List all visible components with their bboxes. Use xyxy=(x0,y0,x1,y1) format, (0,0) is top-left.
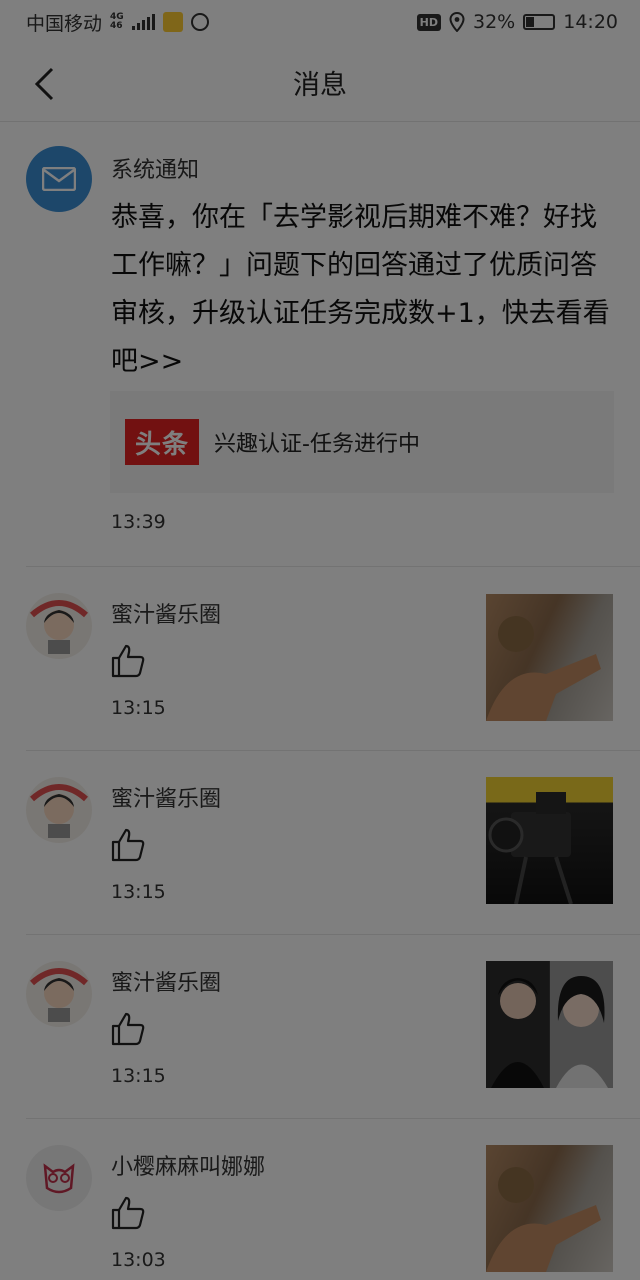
post-thumbnail[interactable] xyxy=(486,777,613,904)
clock: 14:20 xyxy=(563,11,618,33)
post-thumbnail[interactable] xyxy=(486,594,613,721)
thumbs-up-icon xyxy=(111,1012,145,1046)
like-notification-item[interactable]: 蜜汁酱乐圈 13:15 xyxy=(0,935,640,1118)
like-notification-item[interactable]: 小樱麻麻叫娜娜 13:03 xyxy=(0,1119,640,1280)
cartoon-girl-avatar-icon xyxy=(30,968,88,1022)
post-thumbnail[interactable] xyxy=(486,961,613,1088)
hd-icon: HD xyxy=(416,13,441,31)
back-arrow-icon xyxy=(34,67,54,101)
user-avatar xyxy=(26,1145,92,1211)
post-thumbnail[interactable] xyxy=(486,1145,613,1272)
like-notification-item[interactable]: 蜜汁酱乐圈 13:15 xyxy=(0,751,640,934)
battery-fill xyxy=(526,17,535,27)
status-bar: 中国移动 4G 46 HD 32% 14:20 xyxy=(0,0,640,44)
notification-sender: 蜜汁酱乐圈 xyxy=(111,603,222,628)
system-notice-avatar xyxy=(26,146,92,212)
toutiao-logo: 头条 xyxy=(125,419,199,465)
castaway-still-image xyxy=(486,1167,601,1272)
like-notification-item[interactable]: 蜜汁酱乐圈 13:15 xyxy=(0,567,640,750)
two-actors-image xyxy=(486,961,613,1088)
user-avatar xyxy=(26,961,92,1027)
navigation-bar: 消息 xyxy=(0,44,640,122)
notification-sender: 蜜汁酱乐圈 xyxy=(111,971,222,996)
carrier-name: 中国移动 xyxy=(26,12,103,35)
system-notice-sender: 系统通知 xyxy=(111,158,200,183)
network-type: 4G 46 xyxy=(110,13,124,31)
notification-time: 13:15 xyxy=(111,881,166,903)
app-notification-icon xyxy=(162,12,183,32)
cartoon-girl-avatar-icon xyxy=(30,600,88,654)
location-icon xyxy=(449,12,465,32)
notification-sender: 蜜汁酱乐圈 xyxy=(111,787,222,812)
network-sub-label: 46 xyxy=(110,21,123,31)
notification-time: 13:15 xyxy=(111,1065,166,1087)
thumbs-up-icon xyxy=(111,644,145,678)
owl-avatar-icon xyxy=(43,1163,75,1194)
user-avatar xyxy=(26,777,92,843)
thumbs-up-icon xyxy=(111,828,145,862)
battery-percent: 32% xyxy=(473,11,516,33)
sync-icon xyxy=(190,13,209,31)
battery-icon xyxy=(523,14,556,30)
cartoon-girl-avatar-icon xyxy=(30,784,88,838)
notification-sender: 小樱麻麻叫娜娜 xyxy=(111,1155,266,1180)
thumbs-up-icon xyxy=(111,1196,145,1230)
film-camera-image xyxy=(488,792,573,904)
page-title: 消息 xyxy=(293,70,347,101)
notification-time: 13:15 xyxy=(111,697,166,719)
system-notice-time: 13:39 xyxy=(111,511,166,533)
system-notice-message[interactable]: 恭喜，你在「去学影视后期难不难？好找工作嘛？」问题下的回答通过了优质问答审核，升… xyxy=(111,194,611,386)
mail-icon xyxy=(42,167,76,191)
castaway-still-image xyxy=(486,616,601,721)
certification-card[interactable]: 头条 兴趣认证-任务进行中 xyxy=(110,391,614,493)
signal-icon xyxy=(131,14,155,30)
user-avatar xyxy=(26,593,92,659)
notification-time: 13:03 xyxy=(111,1249,166,1271)
back-button[interactable] xyxy=(24,64,64,104)
certification-card-text: 兴趣认证-任务进行中 xyxy=(214,432,420,457)
